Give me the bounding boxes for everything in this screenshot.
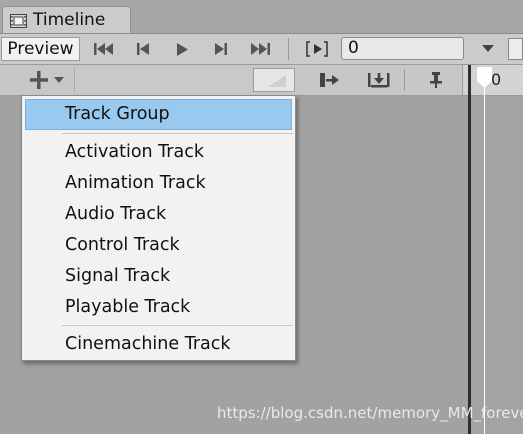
go-to-start-icon: [94, 43, 113, 55]
menu-item-playable-track[interactable]: Playable Track: [25, 292, 292, 323]
menu-item-label: Activation Track: [65, 142, 204, 162]
ripple-edit-button[interactable]: [361, 68, 397, 92]
pin-icon: [430, 72, 442, 88]
snap-to-edge-button[interactable]: [311, 68, 347, 92]
play-range-button[interactable]: [302, 37, 332, 61]
previous-frame-icon: [137, 43, 149, 55]
snap-to-edge-icon: [320, 73, 339, 87]
go-to-end-button[interactable]: [242, 37, 278, 61]
previous-frame-button[interactable]: [125, 37, 161, 61]
plus-icon: [29, 71, 48, 89]
marker-button[interactable]: [418, 68, 454, 92]
lock-toggle[interactable]: [508, 38, 523, 60]
play-range-icon: [306, 41, 328, 57]
menu-item-signal-track[interactable]: Signal Track: [25, 261, 292, 292]
menu-item-animation-track[interactable]: Animation Track: [25, 168, 292, 199]
menu-item-control-track[interactable]: Control Track: [25, 230, 292, 261]
film-strip-icon: [10, 13, 27, 28]
toolbar-divider: [288, 38, 289, 60]
menu-item-label: Playable Track: [65, 297, 191, 317]
playback-toolbar: Preview 0: [0, 34, 523, 65]
menu-item-audio-track[interactable]: Audio Track: [25, 199, 292, 230]
menu-item-label: Control Track: [65, 235, 180, 255]
menu-separator: [62, 133, 293, 134]
go-to-start-button[interactable]: [86, 37, 122, 61]
settings-dropdown-button[interactable]: [474, 37, 502, 61]
chevron-down-icon: [53, 77, 64, 83]
track-filter-area: [74, 68, 252, 92]
timeline-clip-area[interactable]: [471, 96, 523, 434]
track-toolbar: [0, 65, 523, 96]
ruler-start-label: 0: [491, 70, 502, 89]
playhead-line: [484, 85, 485, 434]
add-track-button[interactable]: [20, 67, 72, 93]
menu-item-activation-track[interactable]: Activation Track: [25, 137, 292, 168]
zoom-slider-icon: [268, 75, 286, 87]
toolbar-divider: [404, 69, 405, 91]
menu-item-label: Audio Track: [65, 204, 167, 224]
preview-button[interactable]: Preview: [1, 37, 80, 61]
menu-item-label: Animation Track: [65, 173, 206, 193]
menu-item-label: Track Group: [65, 104, 170, 124]
play-button[interactable]: [164, 37, 200, 61]
menu-item-track-group[interactable]: Track Group: [25, 99, 292, 130]
play-icon: [177, 42, 188, 56]
ripple-edit-icon: [368, 73, 390, 88]
next-frame-icon: [215, 43, 227, 55]
menu-item-label: Cinemachine Track: [65, 334, 231, 354]
add-track-menu: Track Group Activation Track Animation T…: [21, 95, 296, 361]
zoom-slider[interactable]: [253, 68, 295, 92]
go-to-end-icon: [251, 43, 270, 55]
next-frame-button[interactable]: [203, 37, 239, 61]
chevron-down-icon: [482, 45, 494, 52]
playhead-handle[interactable]: [477, 67, 492, 89]
track-header-divider[interactable]: [468, 65, 471, 434]
tab-label: Timeline: [33, 10, 106, 30]
tab-timeline[interactable]: Timeline: [2, 6, 131, 33]
current-frame-field[interactable]: 0: [341, 37, 464, 60]
menu-separator: [62, 325, 293, 326]
watermark-text: https://blog.csdn.net/memory_MM_forever: [217, 404, 523, 422]
menu-item-label: Signal Track: [65, 266, 171, 286]
menu-item-cinemachine-track[interactable]: Cinemachine Track: [25, 329, 292, 360]
